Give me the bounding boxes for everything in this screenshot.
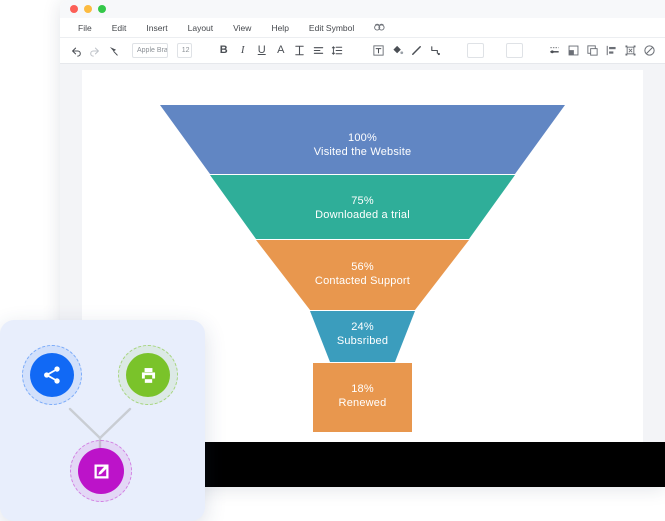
funnel-segment-1 [160, 105, 565, 174]
undo-icon[interactable] [66, 41, 85, 60]
connector-icon[interactable] [426, 41, 445, 60]
share-node-halo[interactable] [22, 345, 82, 405]
line-color-field[interactable] [506, 43, 523, 58]
fill-color-field[interactable] [467, 43, 485, 58]
menu-item-edit[interactable]: Edit [102, 23, 137, 33]
menu-item-layout[interactable]: Layout [178, 23, 224, 33]
group-icon[interactable] [564, 41, 583, 60]
funnel-segment-3 [256, 240, 469, 310]
font-size-input[interactable]: 12 [176, 43, 193, 58]
bold-button[interactable]: B [214, 41, 233, 60]
menu-item-file[interactable]: File [68, 23, 102, 33]
redo-icon[interactable] [85, 41, 104, 60]
funnel-segment-2 [210, 175, 515, 239]
line-icon[interactable] [407, 41, 426, 60]
no-fill-icon[interactable] [640, 41, 659, 60]
font-family-input[interactable]: Apple Braille [132, 43, 168, 58]
menu-item-view[interactable]: View [223, 23, 261, 33]
bold-label: B [219, 44, 228, 56]
underline-button[interactable]: U [252, 41, 271, 60]
minimize-window-button[interactable] [84, 5, 92, 13]
share-icon [44, 366, 60, 384]
distribute-icon[interactable] [602, 41, 621, 60]
menu-bar: File Edit Insert Layout View Help Edit S… [60, 18, 665, 37]
italic-label: I [240, 44, 245, 56]
crop-icon[interactable] [621, 41, 640, 60]
action-nodes-panel [0, 320, 205, 521]
align-left-icon[interactable] [309, 41, 328, 60]
duplicate-icon[interactable] [583, 41, 602, 60]
funnel-segment-4 [310, 311, 415, 362]
underline-label: U [257, 44, 266, 56]
close-window-button[interactable] [70, 5, 78, 13]
menu-item-edit-symbol[interactable]: Edit Symbol [299, 23, 364, 33]
toolbar: Apple Braille 12 B I U A [60, 37, 665, 64]
print-button[interactable] [126, 353, 170, 397]
funnel-segment-5 [313, 363, 412, 432]
edit-node-halo[interactable] [70, 440, 132, 502]
printer-icon [141, 367, 155, 383]
format-painter-icon[interactable] [104, 41, 123, 60]
text-style-button[interactable] [290, 41, 309, 60]
font-color-button[interactable]: A [271, 41, 290, 60]
edit-square-icon [94, 464, 108, 478]
line-spacing-icon[interactable] [328, 41, 347, 60]
stroke-width-icon[interactable] [545, 41, 564, 60]
symbol-library-icon[interactable] [364, 23, 395, 32]
menu-item-help[interactable]: Help [261, 23, 298, 33]
print-node-halo[interactable] [118, 345, 178, 405]
fill-bucket-icon[interactable] [388, 41, 407, 60]
share-button[interactable] [30, 353, 74, 397]
menu-item-insert[interactable]: Insert [136, 23, 177, 33]
font-color-label: A [277, 44, 285, 56]
text-box-icon[interactable] [369, 41, 388, 60]
edit-button[interactable] [78, 448, 124, 494]
screenshot-root: File Edit Insert Layout View Help Edit S… [0, 0, 665, 521]
window-titlebar [60, 0, 665, 18]
maximize-window-button[interactable] [98, 5, 106, 13]
italic-button[interactable]: I [233, 41, 252, 60]
